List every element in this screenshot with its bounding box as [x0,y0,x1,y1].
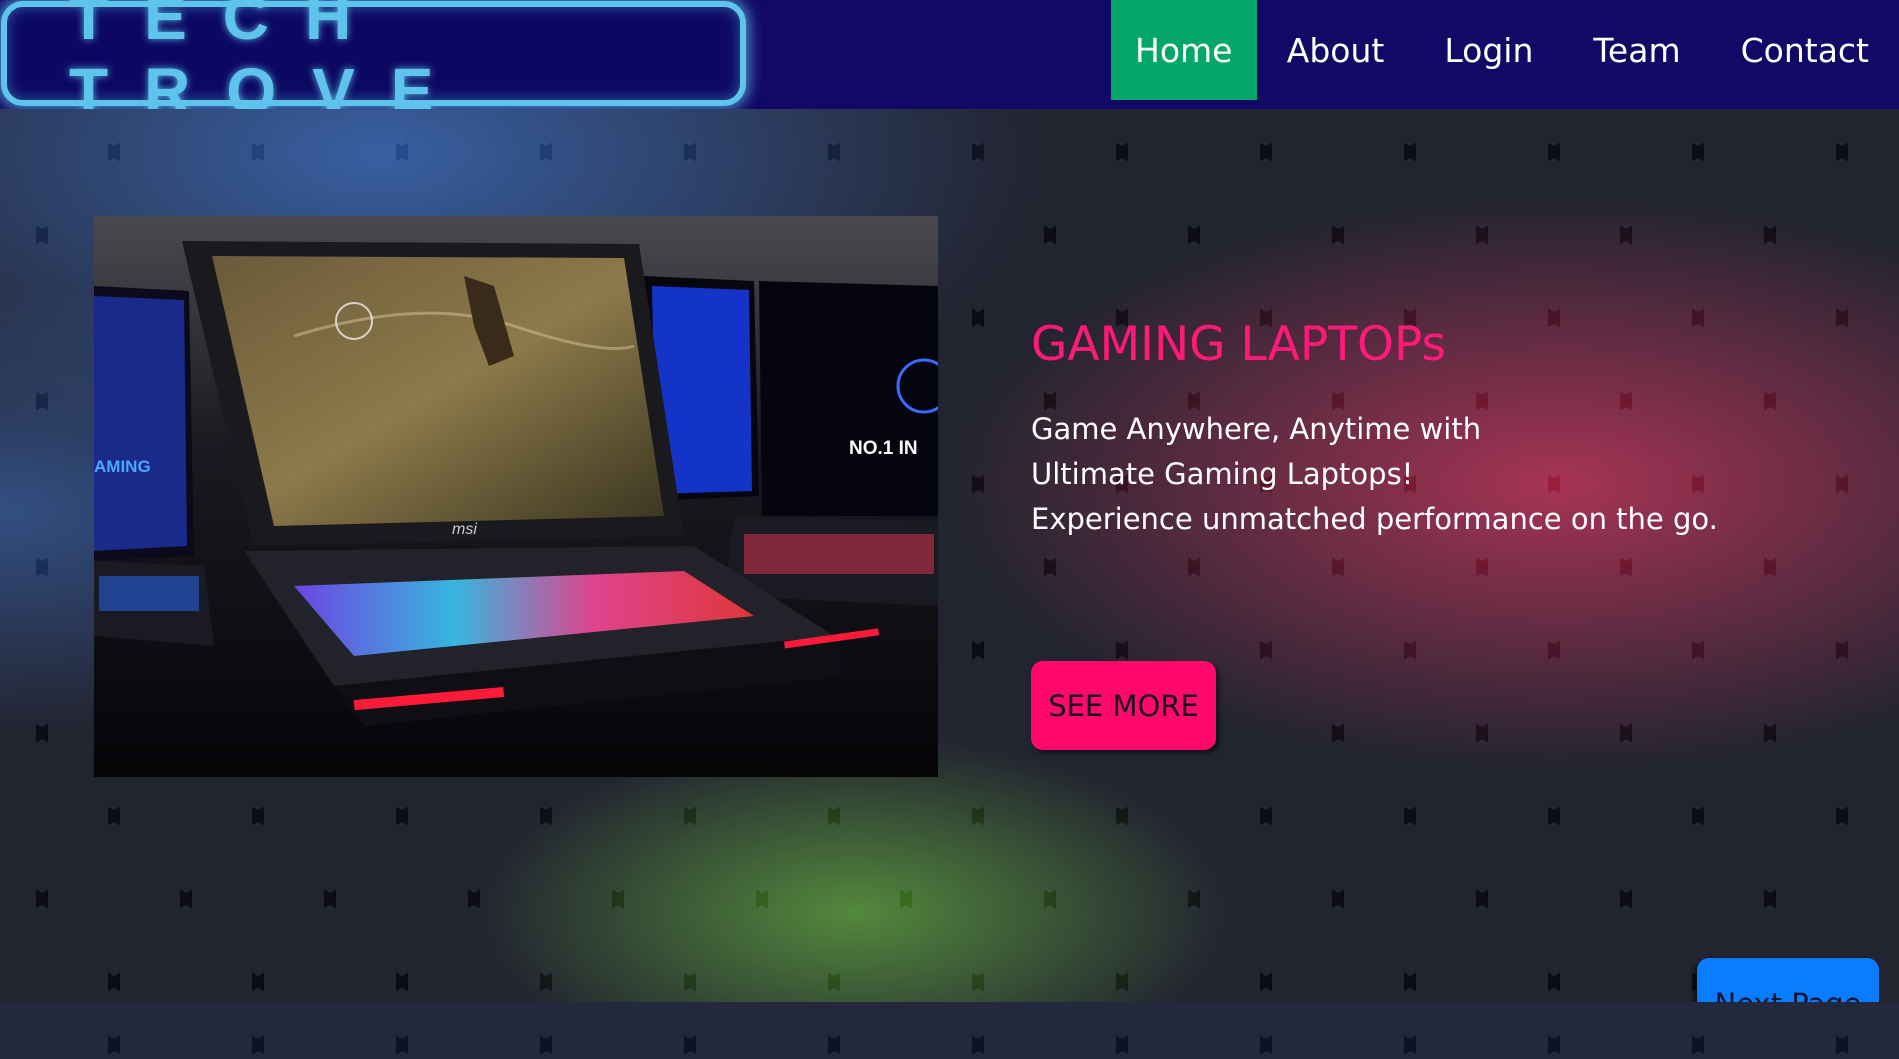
description-line: Game Anywhere, Anytime with [1031,412,1482,446]
description-line: Ultimate Gaming Laptops! [1031,457,1414,491]
nav-home-link[interactable]: Home [1110,0,1257,100]
right-screen-text: NO.1 IN [849,438,918,459]
gaming-laptops-image: AMING NO.1 IN msi [94,216,938,777]
hero-section: AMING NO.1 IN msi GAMING LAPTOPs Game An… [0,109,1899,1002]
nav-login-link[interactable]: Login [1414,0,1563,100]
nav-contact-link[interactable]: Contact [1711,0,1899,100]
see-more-button[interactable]: SEE MORE [1031,661,1216,750]
main-nav: Home About Login Team Contact [1110,0,1899,100]
navbar: TECH TROVE Home About Login Team Contact [0,0,1899,127]
site-logo[interactable]: TECH TROVE [1,0,746,127]
hero-title: GAMING LAPTOPs [1031,317,1446,372]
laptop-brand-logo: msi [452,521,477,538]
left-screen-text: AMING [94,457,151,476]
nav-team-link[interactable]: Team [1563,0,1710,100]
next-page-button[interactable]: Next Page [1697,958,1879,1002]
hexagon-background [0,1002,1899,1059]
hero-description: Game Anywhere, Anytime with Ultimate Gam… [1031,407,1718,542]
description-line: Experience unmatched performance on the … [1031,502,1718,536]
next-section-background [0,1002,1899,1059]
nav-about-link[interactable]: About [1257,0,1415,100]
